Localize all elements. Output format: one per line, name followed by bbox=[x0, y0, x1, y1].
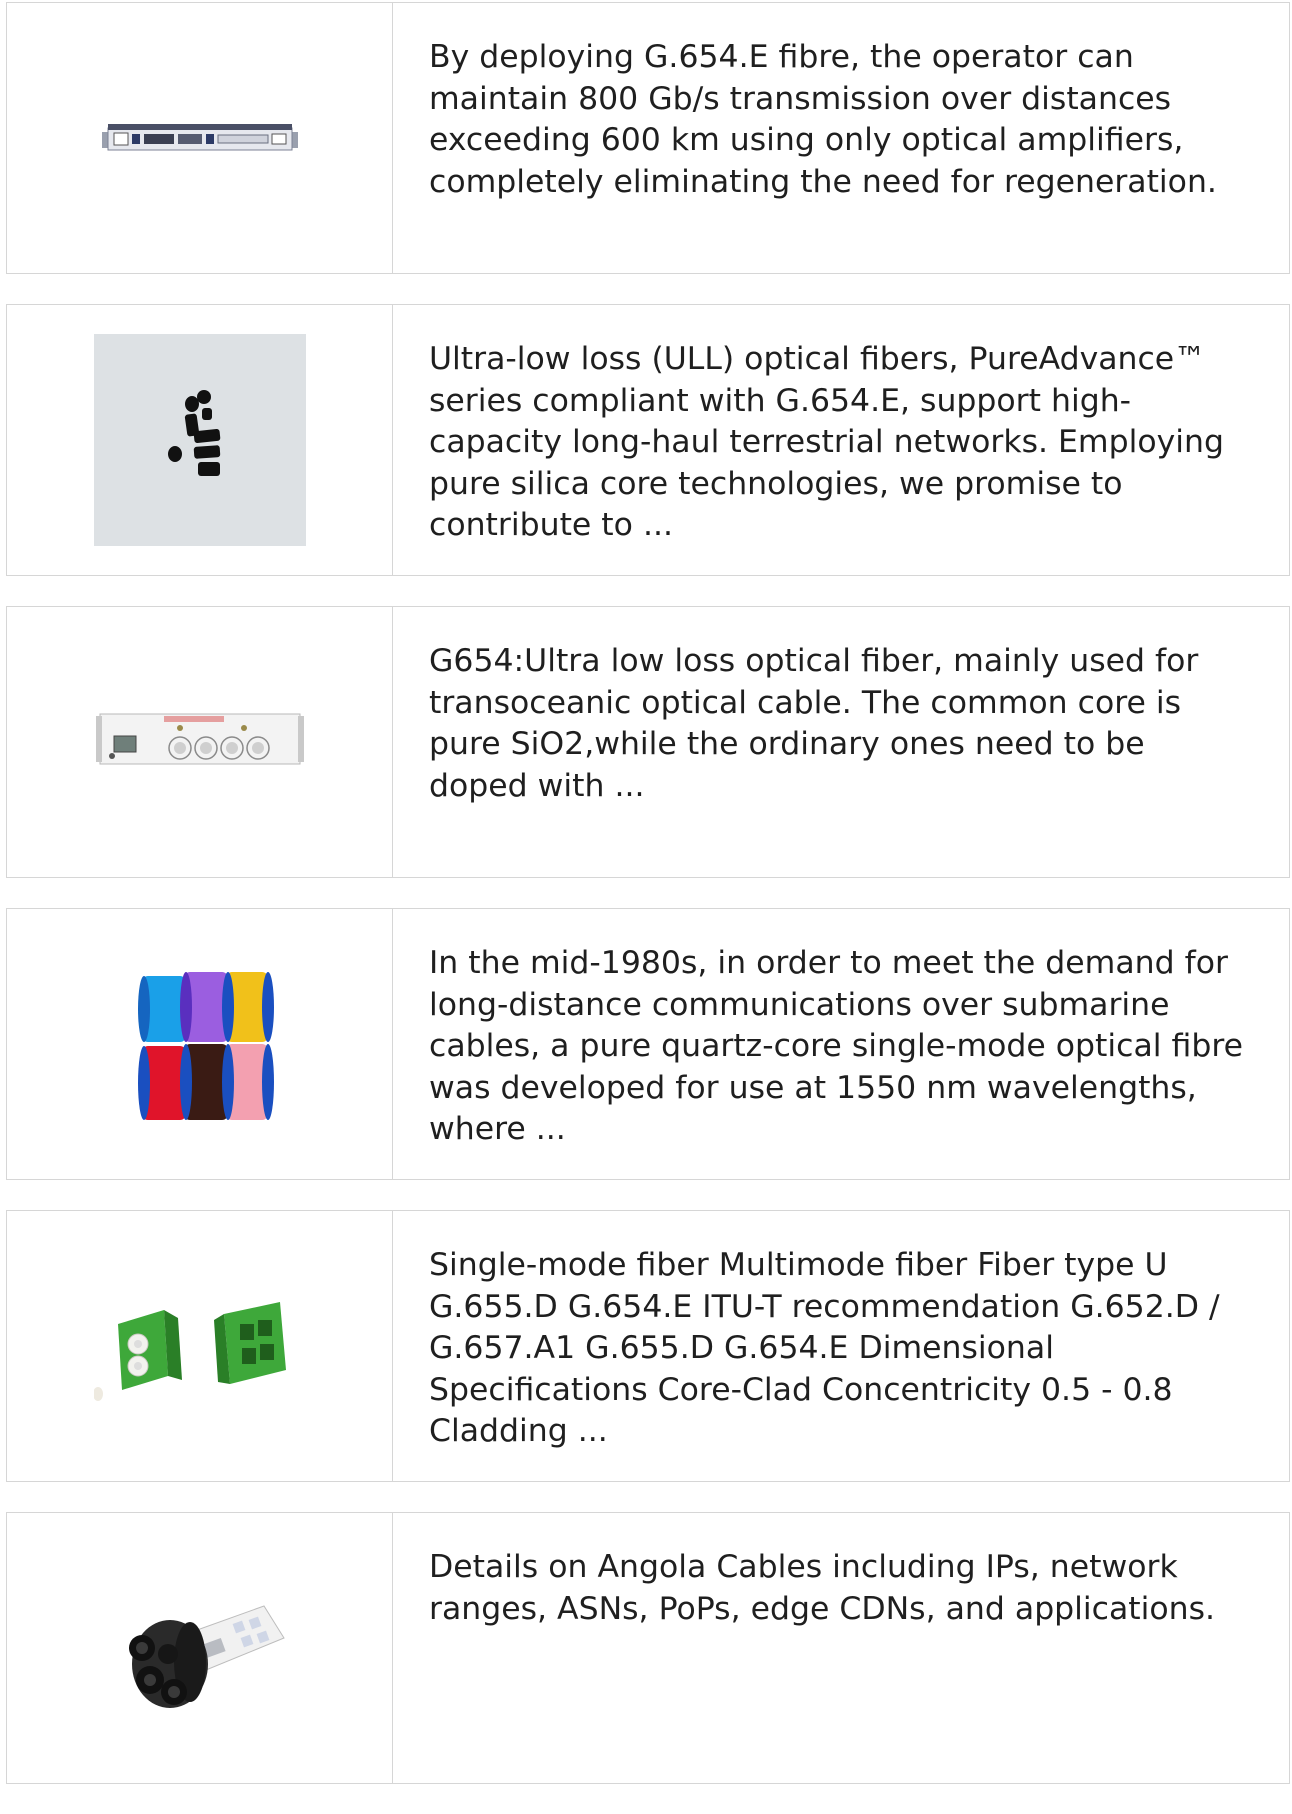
result-snippet[interactable]: In the mid-1980s, in order to meet the d… bbox=[429, 943, 1253, 1151]
result-text-cell: In the mid-1980s, in order to meet the d… bbox=[393, 909, 1289, 1179]
fiber-splice-closure-icon[interactable] bbox=[94, 1542, 306, 1754]
result-thumbnail-cell[interactable] bbox=[7, 1211, 393, 1481]
result-text-cell: Details on Angola Cables including IPs, … bbox=[393, 1513, 1289, 1783]
result-thumbnail-cell[interactable] bbox=[7, 607, 393, 877]
result-snippet[interactable]: G654:Ultra low loss optical fiber, mainl… bbox=[429, 641, 1253, 807]
result-text-cell: By deploying G.654.E fibre, the operator… bbox=[393, 3, 1289, 273]
result-card[interactable]: Ultra-low loss (ULL) optical fibers, Pur… bbox=[6, 304, 1290, 576]
result-card[interactable]: Details on Angola Cables including IPs, … bbox=[6, 1512, 1290, 1784]
result-thumbnail-cell[interactable] bbox=[7, 1513, 393, 1783]
result-card[interactable]: By deploying G.654.E fibre, the operator… bbox=[6, 2, 1290, 274]
result-thumbnail-cell[interactable] bbox=[7, 909, 393, 1179]
result-snippet[interactable]: Details on Angola Cables including IPs, … bbox=[429, 1547, 1253, 1630]
result-snippet[interactable]: Single-mode fiber Multimode fiber Fiber … bbox=[429, 1245, 1253, 1453]
result-thumbnail-cell[interactable] bbox=[7, 305, 393, 575]
result-card[interactable]: Single-mode fiber Multimode fiber Fiber … bbox=[6, 1210, 1290, 1482]
green-lc-adapters-icon[interactable] bbox=[93, 1240, 306, 1452]
colored-fiber-spools-icon[interactable] bbox=[94, 938, 306, 1150]
result-text-cell: Ultra-low loss (ULL) optical fibers, Pur… bbox=[393, 305, 1289, 575]
result-snippet[interactable]: Ultra-low loss (ULL) optical fibers, Pur… bbox=[429, 339, 1253, 547]
rack-transmission-equipment-icon[interactable] bbox=[94, 32, 306, 244]
result-card[interactable]: G654:Ultra low loss optical fiber, mainl… bbox=[6, 606, 1290, 878]
optical-amplifier-chassis-icon[interactable] bbox=[94, 636, 306, 848]
result-text-cell: G654:Ultra low loss optical fiber, mainl… bbox=[393, 607, 1289, 877]
result-card[interactable]: In the mid-1980s, in order to meet the d… bbox=[6, 908, 1290, 1180]
black-fiber-end-caps-icon[interactable] bbox=[93, 334, 306, 546]
result-text-cell: Single-mode fiber Multimode fiber Fiber … bbox=[393, 1211, 1289, 1481]
result-snippet[interactable]: By deploying G.654.E fibre, the operator… bbox=[429, 37, 1253, 203]
search-results-list: By deploying G.654.E fibre, the operator… bbox=[6, 2, 1290, 1814]
result-thumbnail-cell[interactable] bbox=[7, 3, 393, 273]
